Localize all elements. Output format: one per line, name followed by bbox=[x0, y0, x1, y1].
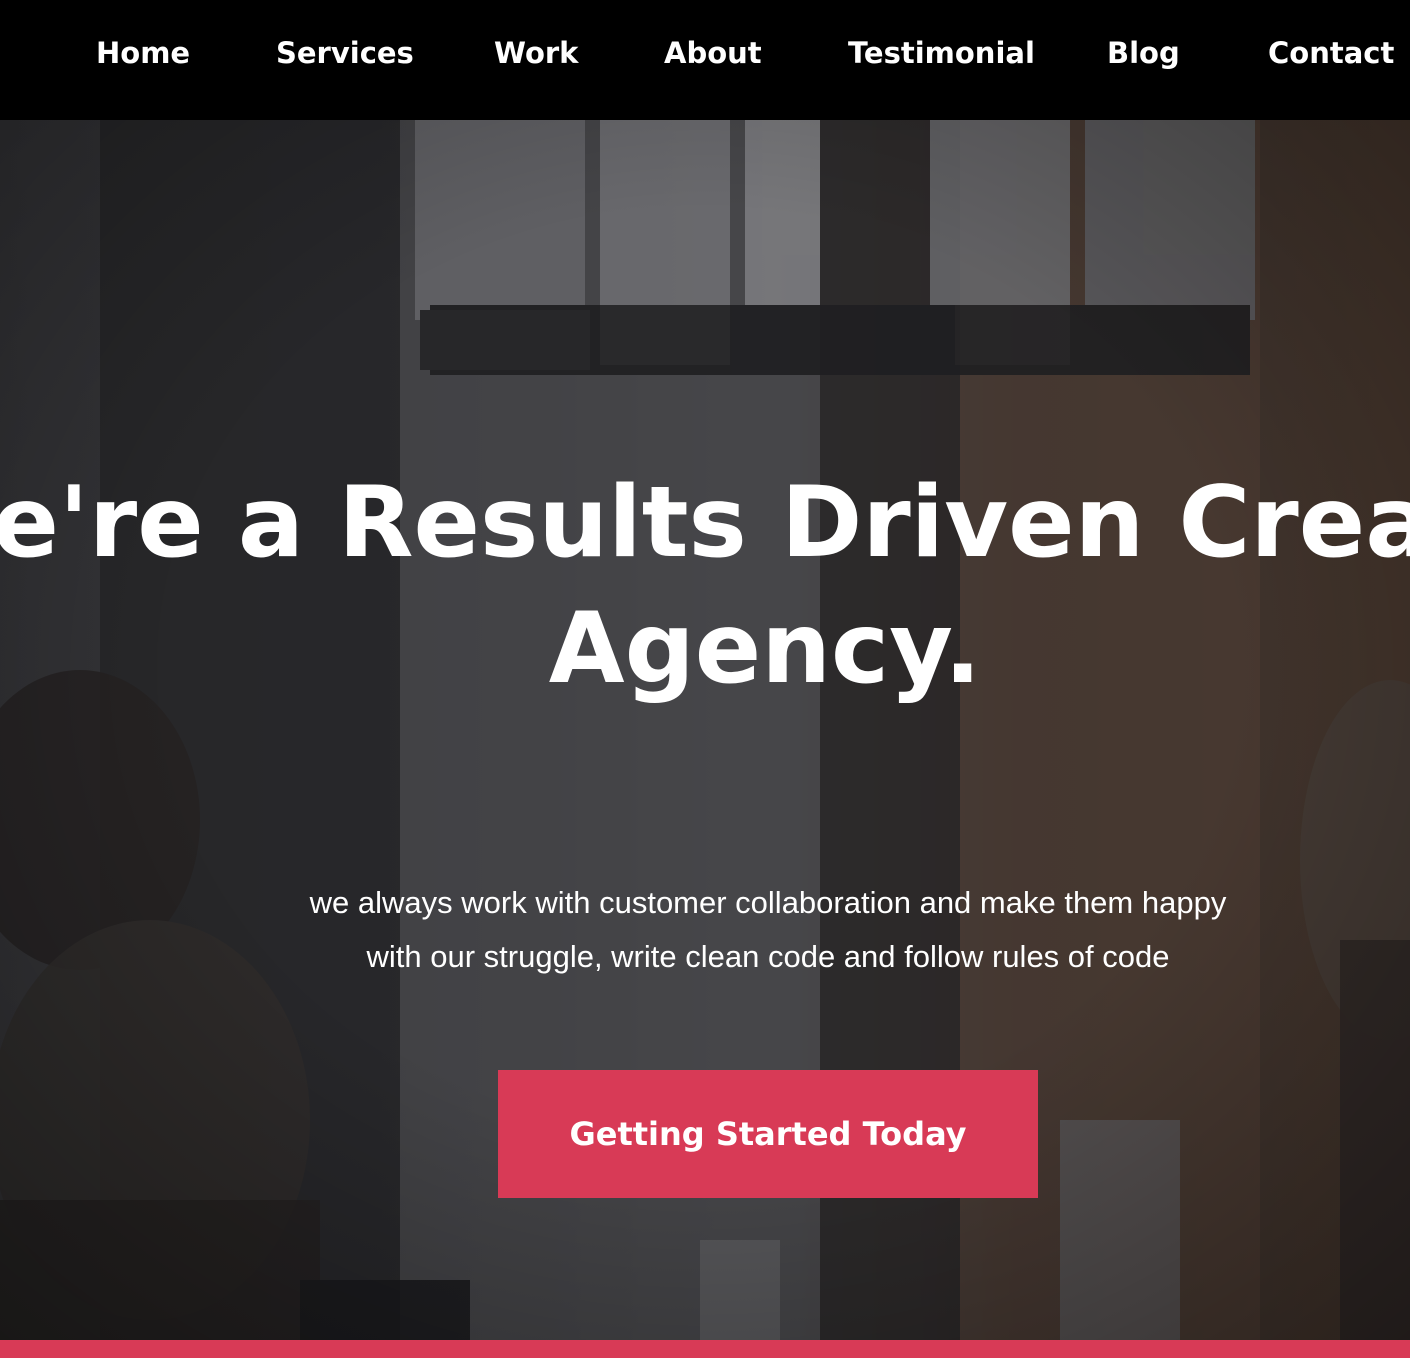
hero-subtitle: we always work with customer collaborati… bbox=[268, 876, 1268, 984]
nav-link-contact[interactable]: Contact bbox=[1268, 33, 1394, 73]
accent-divider bbox=[0, 1340, 1410, 1358]
hero-title-line-1: We're a Results Driven Creative bbox=[0, 466, 1410, 580]
hero-subtitle-line-1: we always work with customer collaborati… bbox=[309, 885, 1227, 920]
nav-link-services[interactable]: Services bbox=[276, 33, 414, 73]
nav-link-blog[interactable]: Blog bbox=[1107, 33, 1180, 73]
nav-link-about[interactable]: About bbox=[664, 33, 762, 73]
nav-link-home[interactable]: Home bbox=[96, 33, 190, 73]
hero-subtitle-line-2: with our struggle, write clean code and … bbox=[366, 939, 1170, 974]
top-navigation: Home Services Work About Testimonial Blo… bbox=[0, 0, 1410, 120]
hero-title-line-2: Agency. bbox=[548, 592, 982, 706]
hero-title: We're a Results Driven Creative Agency. bbox=[0, 460, 1410, 712]
nav-link-work[interactable]: Work bbox=[494, 33, 578, 73]
getting-started-button[interactable]: Getting Started Today bbox=[498, 1070, 1038, 1198]
nav-link-testimonial[interactable]: Testimonial bbox=[848, 33, 1035, 73]
hero-section: We're a Results Driven Creative Agency. … bbox=[0, 120, 1410, 1340]
